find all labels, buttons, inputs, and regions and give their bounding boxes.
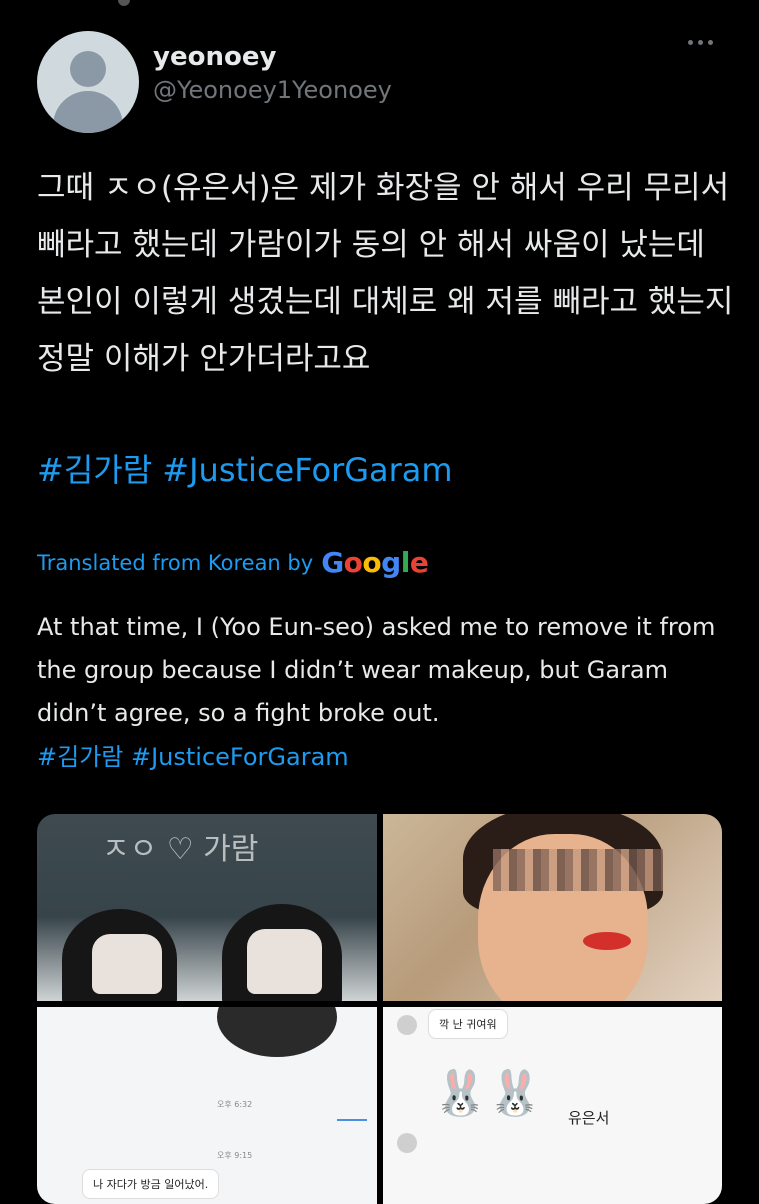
author-name[interactable]: yeonoey [153, 42, 276, 72]
translation-label: Translated from Korean by [37, 550, 314, 575]
status-indicator [118, 0, 130, 6]
chat-bubble-top: 깍 난 귀여워 [428, 1009, 508, 1039]
chat-bubble: 나 자다가 방금 일어났어. [82, 1169, 220, 1199]
default-avatar-head [70, 51, 106, 87]
google-logo: Google [321, 546, 429, 579]
default-avatar-body [53, 91, 123, 133]
hands-left [92, 934, 162, 994]
chat-time-2: 오후 9:15 [217, 1151, 253, 1160]
photo-chat-sticker[interactable]: 깍 난 귀여워 🐰🐰 유은서 [383, 1007, 722, 1204]
photo-chat-screenshot[interactable]: 오후 6:32 오후 9:15 나 자다가 방금 일어났어. [37, 1007, 377, 1204]
profile-icon [397, 1015, 417, 1035]
translation-attribution[interactable]: Translated from Korean by Google [37, 546, 429, 579]
blurred-photo [217, 1007, 337, 1057]
tweet-hashtags[interactable]: #김가람 #JusticeForGaram [37, 445, 453, 491]
lips [583, 932, 631, 950]
avatar[interactable] [37, 31, 139, 133]
translation-text: At that time, I (Yoo Eun-seo) asked me t… [37, 613, 716, 727]
sticker-name: 유은서 [568, 1109, 610, 1127]
chat-line [337, 1119, 367, 1121]
translation-hashtags[interactable]: #김가람 #JusticeForGaram [37, 737, 349, 772]
chalk-writing: ㅈㅇ ♡ 가람 [102, 832, 259, 867]
photo-selfie[interactable] [383, 814, 722, 1001]
photo-chalkboard[interactable]: ㅈㅇ ♡ 가람 [37, 814, 377, 1001]
rabbit-sticker-icon: 🐰🐰 [433, 1068, 543, 1119]
author-handle[interactable]: @Yeonoey1Yeonoey [153, 76, 392, 104]
blurred-eyes [493, 849, 663, 891]
chat-time-1: 오후 6:32 [217, 1100, 253, 1109]
more-options-icon[interactable] [688, 40, 713, 45]
media-grid[interactable]: ㅈㅇ ♡ 가람 오후 6:32 오후 9:15 나 자다가 방금 일어났어. 깍… [37, 814, 722, 1204]
tweet-text: 그때 ㅈㅇ(유은서)은 제가 화장을 안 해서 우리 무리서 빼라고 했는데 가… [37, 170, 734, 377]
profile-icon-2 [397, 1133, 417, 1153]
hands-right [247, 929, 322, 994]
